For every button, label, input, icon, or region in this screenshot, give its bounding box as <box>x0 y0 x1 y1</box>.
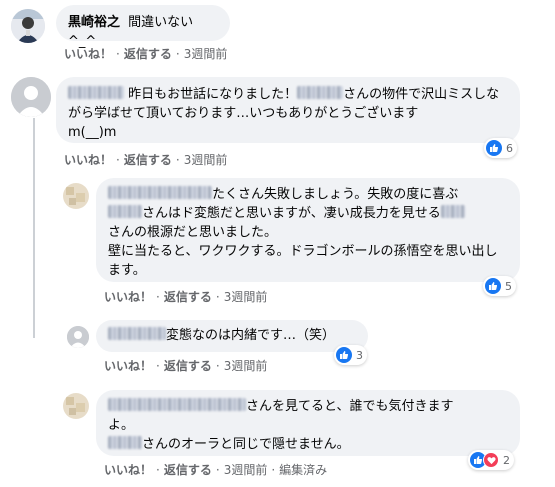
comment-bubble: 黒崎裕之 間違いない^_^ <box>56 5 230 49</box>
reply-link[interactable]: 返信する <box>164 357 212 374</box>
default-avatar-icon <box>11 77 51 117</box>
like-link[interactable]: いいね！ <box>104 288 152 305</box>
timestamp[interactable]: 3週間前 <box>224 357 268 374</box>
reaction-count-text: 2 <box>503 453 510 467</box>
redacted-name[interactable] <box>108 327 166 340</box>
redacted-name[interactable] <box>108 398 246 411</box>
timestamp[interactable]: 3週間前 <box>184 45 228 62</box>
reply-bubble: たくさん失敗しましょう。失敗の度に喜ぶ さんはド変態だと思いますが、凄い成長力を… <box>96 178 520 282</box>
reply-text: さんを見てると、誰でも気付きます <box>246 399 454 414</box>
comment-actions: いいね！ · 返信する · 3週間前 · 編集済み <box>104 461 328 478</box>
redacted-name[interactable] <box>108 186 212 199</box>
reaction-count-text: 3 <box>356 348 363 362</box>
reaction-count-text: 5 <box>505 279 512 293</box>
comment-actions: いいね！ · 返信する · 3週間前 <box>64 151 228 168</box>
reply-text-cont2: さんのオーラと同じで隠せません。 <box>142 437 350 452</box>
reply-text-cont2: さんの根源だと思いました。 <box>108 225 278 240</box>
avatar[interactable] <box>11 9 45 43</box>
commenter-name[interactable]: 黒崎裕之 <box>68 15 120 30</box>
redacted-name[interactable] <box>68 86 124 99</box>
timestamp[interactable]: 3週間前 <box>184 151 228 168</box>
like-reaction-icon <box>485 278 501 294</box>
reaction-count-text: 6 <box>506 141 513 155</box>
like-reaction-icon <box>486 140 502 156</box>
blurred-avatar-image <box>63 183 89 209</box>
avatar[interactable] <box>67 326 89 348</box>
comment-actions: いいね！ · 返信する · 3週間前 <box>64 45 228 62</box>
reply-text: たくさん失敗しましょう。失敗の度に喜ぶ <box>212 187 459 202</box>
redacted-name <box>297 86 344 99</box>
comment-bubble: 昨日もお世話になりました！ さんの物件で沢山ミスしながら学ばせて頂いております…い… <box>56 77 520 143</box>
redacted-name <box>108 205 142 218</box>
timestamp[interactable]: 3週間前 <box>224 288 268 305</box>
reply-bubble: さんを見てると、誰でも気付きます よ。 さんのオーラと同じで隠せません。 <box>96 390 520 456</box>
like-link[interactable]: いいね！ <box>64 151 112 168</box>
comment-actions: いいね！ · 返信する · 3週間前 <box>104 357 268 374</box>
reply-bubble: 変態なのは内緒です…（笑） <box>96 320 368 352</box>
reply-text: 変態なのは内緒です…（笑） <box>166 328 336 343</box>
reaction-count[interactable]: 6 <box>484 138 517 158</box>
comment-actions: いいね！ · 返信する · 3週間前 <box>104 288 268 305</box>
like-link[interactable]: いいね！ <box>104 357 152 374</box>
blurred-avatar-image <box>63 393 89 419</box>
avatar[interactable] <box>63 183 89 209</box>
redacted-name <box>440 205 465 218</box>
reaction-count[interactable]: 2 <box>468 450 514 470</box>
reply-link[interactable]: 返信する <box>124 151 172 168</box>
profile-photo <box>11 9 45 43</box>
comment-text-end: m(__)m <box>68 125 117 140</box>
reply-link[interactable]: 返信する <box>164 288 212 305</box>
reply-text-cont: よ。 <box>108 418 135 433</box>
reaction-count[interactable]: 5 <box>483 276 516 296</box>
reply-link[interactable]: 返信する <box>164 461 212 478</box>
reply-text-cont: さんはド変態だと思いますが、凄い成長力を見せる <box>142 206 441 221</box>
reply-text-para: 壁に当たると、ワクワクする。ドラゴンボールの孫悟空を思い出します。 <box>108 244 498 278</box>
reply-link[interactable]: 返信する <box>124 45 172 62</box>
reaction-count[interactable]: 3 <box>334 345 367 365</box>
like-link[interactable]: いいね！ <box>64 45 112 62</box>
avatar[interactable] <box>63 393 89 419</box>
default-avatar-icon <box>67 326 89 348</box>
timestamp[interactable]: 3週間前 <box>224 461 268 478</box>
thread-line <box>33 118 35 338</box>
love-reaction-icon <box>483 452 499 468</box>
comment-text: 昨日もお世話になりました！ <box>128 87 298 102</box>
like-reaction-icon <box>336 347 352 363</box>
like-link[interactable]: いいね！ <box>104 461 152 478</box>
avatar[interactable] <box>11 77 51 117</box>
redacted-name <box>108 436 142 449</box>
edited-label[interactable]: 編集済み <box>279 461 327 478</box>
